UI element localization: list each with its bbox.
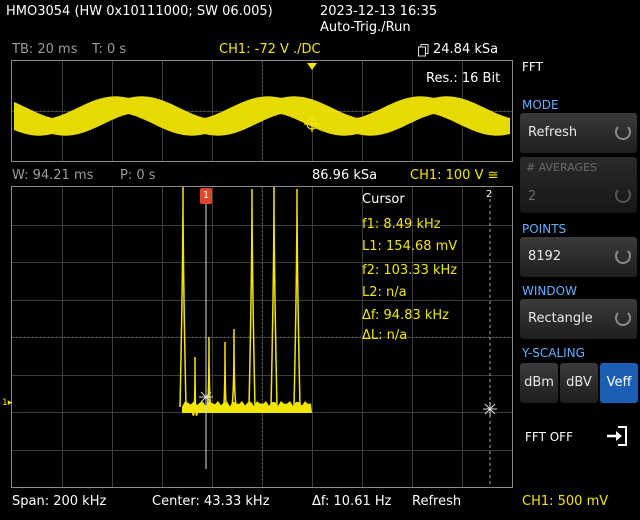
window-header: WINDOW	[522, 284, 577, 298]
device-info: HMO3054 (HW 0x10111000; SW 06.005)	[6, 4, 273, 19]
rotary-knob-icon	[615, 187, 631, 203]
window-value: Rectangle	[528, 311, 593, 326]
copy-icon	[418, 42, 429, 57]
cursor2-marker[interactable]: 2	[486, 189, 492, 200]
resolution-bandwidth-readout: Δf: 10.61 Hz	[312, 494, 392, 509]
datetime: 2023-12-13 16:35	[320, 4, 438, 19]
cursor-f2: f2: 103.33 kHz	[362, 263, 458, 278]
cursor-delta-l: ΔL: n/a	[362, 328, 408, 343]
window-button[interactable]: Rectangle	[520, 299, 637, 339]
yscaling-dbm[interactable]: dBm	[520, 363, 558, 403]
rotary-knob-icon	[615, 124, 631, 140]
yscaling-dbv[interactable]: dBV	[560, 363, 598, 403]
yscaling-header: Y-SCALING	[522, 346, 585, 360]
fft-view[interactable]: Cursor f1: 8.49 kHz L1: 154.68 mV f2: 10…	[11, 186, 513, 488]
time-offset-readout[interactable]: T: 0 s	[92, 42, 126, 57]
timebase-readout[interactable]: TB: 20 ms	[12, 42, 77, 57]
center-readout[interactable]: Center: 43.33 kHz	[152, 494, 270, 509]
fft-sample-rate: 86.96 kSa	[312, 168, 378, 183]
span-readout[interactable]: Span: 200 kHz	[12, 494, 106, 509]
fft-peak	[179, 187, 187, 408]
time-domain-view[interactable]: Res.: 16 Bit	[11, 60, 513, 162]
channel-level-marker: 1▸	[2, 398, 13, 408]
fft-peak	[293, 188, 301, 408]
averages-header: # AVERAGES	[526, 161, 597, 174]
averages-value: 2	[528, 189, 537, 204]
yscaling-veff[interactable]: Veff	[600, 363, 638, 403]
trigger-position-icon[interactable]	[307, 56, 317, 70]
mode-value: Refresh	[528, 125, 578, 140]
fft-noise-floor	[182, 401, 312, 413]
menu-title: FFT	[522, 60, 543, 74]
cursor-l2: L2: n/a	[362, 285, 407, 300]
points-value: 8192	[528, 249, 562, 264]
cursor1-marker[interactable]: 1	[200, 188, 212, 204]
fft-peak	[230, 328, 238, 408]
cursor-f1: f1: 8.49 kHz	[362, 217, 441, 232]
position-readout[interactable]: P: 0 s	[120, 168, 156, 183]
fft-peak	[248, 188, 256, 408]
mode-readout: Refresh	[412, 494, 462, 509]
points-header: POINTS	[522, 222, 567, 236]
trigger-mode: Auto-Trig./Run	[320, 20, 411, 35]
channel-scale-readout[interactable]: CH1: 500 mV	[522, 494, 608, 509]
fft-off-label[interactable]: FFT OFF	[525, 430, 573, 444]
cursor-l1: L1: 154.68 mV	[362, 239, 458, 254]
resolution-readout: Res.: 16 Bit	[426, 71, 501, 86]
points-button[interactable]: 8192	[520, 237, 637, 277]
mode-header: MODE	[522, 98, 559, 112]
exit-icon[interactable]	[604, 424, 630, 448]
averages-button[interactable]: # AVERAGES 2	[520, 157, 637, 213]
cursor-crosshair-icon	[199, 390, 213, 404]
cursor-title: Cursor	[362, 192, 405, 207]
rotary-knob-icon	[615, 248, 631, 264]
window-width-readout[interactable]: W: 94.21 ms	[12, 168, 93, 183]
sample-rate-readout: 24.84 kSa	[433, 42, 499, 57]
rotary-knob-icon	[615, 310, 631, 326]
mode-button[interactable]: Refresh	[520, 113, 637, 153]
cursor-delta-f: Δf: 94.83 kHz	[362, 308, 449, 323]
fft-peak	[270, 187, 278, 408]
cursor-crosshair-icon	[483, 402, 497, 416]
fft-channel-readout[interactable]: CH1: 100 V ≅	[410, 168, 499, 183]
channel1-readout[interactable]: CH1: -72 V ./DC	[219, 42, 321, 57]
